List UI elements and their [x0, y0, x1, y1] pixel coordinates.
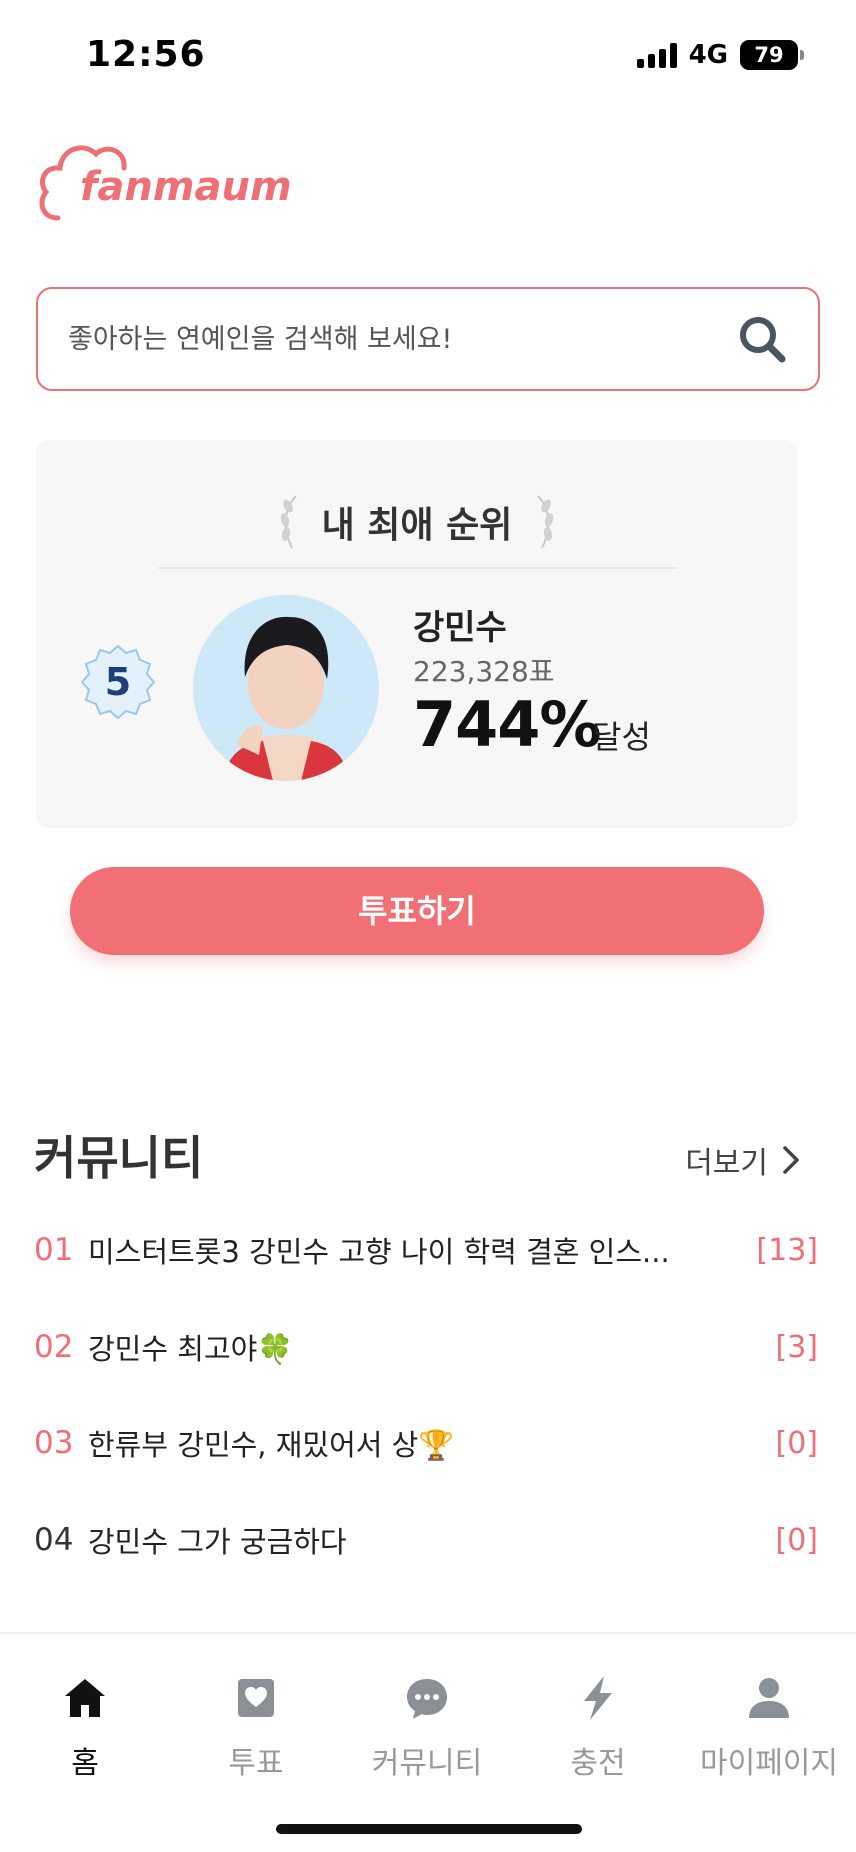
artist-name: 강민수 — [413, 608, 507, 648]
chevron-right-icon — [783, 1146, 799, 1174]
chat-icon — [407, 1679, 447, 1719]
network-label: 4G — [688, 40, 728, 70]
tab-home[interactable]: 홈 — [0, 1674, 170, 1782]
post-rank: 02 — [34, 1329, 74, 1365]
laurel-left-icon — [280, 495, 297, 549]
achievement-label: 달성 — [592, 718, 651, 756]
community-post-row[interactable]: 04 강민수 그가 궁금하다 [0] — [34, 1505, 818, 1575]
tab-label: 투표 — [228, 1746, 284, 1781]
tab-label: 충전 — [570, 1746, 626, 1781]
app-logo[interactable]: fanmaum — [36, 132, 306, 228]
rank-badge: 5 — [74, 638, 162, 726]
tab-community[interactable]: 커뮤니티 — [342, 1674, 512, 1782]
status-bar: 12:56 4G 79 — [0, 0, 856, 110]
tab-vote[interactable]: 투표 — [171, 1674, 341, 1782]
search-input[interactable] — [68, 323, 736, 355]
tab-label: 마이페이지 — [700, 1746, 838, 1781]
artist-avatar[interactable] — [193, 595, 379, 781]
artist-photo — [193, 595, 379, 781]
post-title: 미스터트롯3 강민수 고향 나이 학력 결혼 인스... — [88, 1235, 670, 1269]
status-indicators: 4G 79 — [636, 40, 804, 70]
post-comment-count: [0] — [775, 1425, 819, 1461]
post-rank: 04 — [34, 1522, 74, 1558]
bottom-tab-bar: 홈 투표 커뮤니티 충전 마이페이지 — [0, 1632, 856, 1852]
battery-icon: 79 — [740, 40, 804, 70]
ranking-divider — [158, 567, 678, 569]
ranking-header: 내 최애 순위 — [36, 492, 798, 552]
more-label: 더보기 — [685, 1146, 768, 1181]
post-rank: 03 — [34, 1425, 74, 1461]
artist-vote-count: 223,328표 — [413, 655, 555, 688]
tab-charge[interactable]: 충전 — [513, 1674, 683, 1782]
signal-icon — [636, 42, 677, 68]
post-rank: 01 — [34, 1232, 74, 1268]
post-comment-count: [0] — [775, 1522, 819, 1558]
lightning-icon — [584, 1676, 612, 1720]
tab-label: 커뮤니티 — [371, 1746, 483, 1781]
tab-label: 홈 — [71, 1746, 99, 1781]
community-post-row[interactable]: 03 한류부 강민수, 재밌어서 상🏆 [0] — [34, 1408, 818, 1478]
community-post-row[interactable]: 01 미스터트롯3 강민수 고향 나이 학력 결혼 인스... [13] — [34, 1215, 818, 1285]
post-comment-count: [13] — [756, 1232, 818, 1268]
ranking-title: 내 최애 순위 — [321, 505, 513, 546]
my-favorite-ranking-card[interactable]: 내 최애 순위 5 강민수 223,328표 744% 달성 — [36, 440, 798, 828]
community-more-link[interactable]: 더보기 — [685, 1138, 800, 1182]
rank-number: 5 — [104, 660, 132, 704]
community-post-row[interactable]: 02 강민수 최고야🍀 [3] — [34, 1312, 818, 1382]
status-time: 12:56 — [86, 34, 206, 75]
home-icon — [65, 1679, 105, 1717]
user-icon — [749, 1678, 789, 1718]
post-comment-count: [3] — [775, 1329, 819, 1365]
post-title: 강민수 그가 궁금하다 — [88, 1525, 347, 1559]
post-title: 강민수 최고야🍀 — [88, 1332, 294, 1366]
laurel-right-icon — [537, 495, 554, 549]
search-icon[interactable] — [736, 313, 788, 365]
tab-mypage[interactable]: 마이페이지 — [684, 1674, 854, 1782]
home-indicator — [276, 1824, 582, 1834]
vote-icon — [238, 1679, 274, 1717]
vote-button[interactable]: 투표하기 — [70, 867, 764, 955]
search-bar[interactable] — [36, 287, 820, 391]
post-title: 한류부 강민수, 재밌어서 상🏆 — [88, 1428, 455, 1462]
logo-text: fanmaum — [80, 164, 292, 210]
achievement-percent: 744% — [413, 688, 602, 761]
community-section-title: 커뮤니티 — [34, 1131, 204, 1185]
